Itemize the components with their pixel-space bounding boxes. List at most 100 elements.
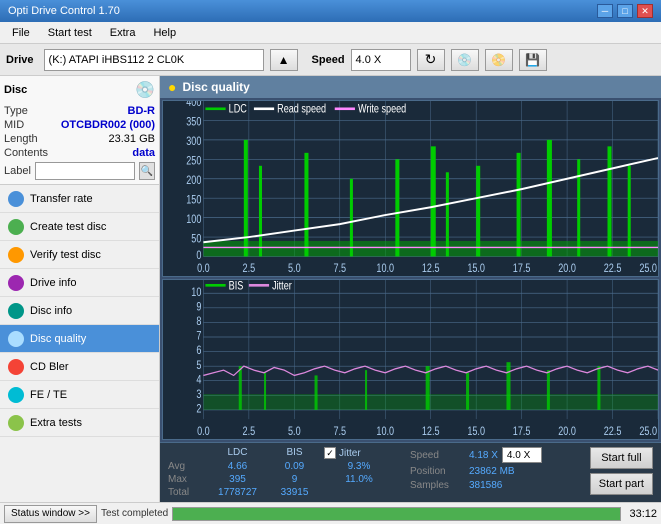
bis-chart: 10 9 8 7 6 5 4 3 2 20% 16% 12% 8% 4% [162, 279, 659, 440]
svg-text:12.5: 12.5 [422, 425, 440, 438]
svg-text:3: 3 [196, 388, 201, 401]
stat-header-jitter: Jitter [339, 448, 361, 459]
avg-bis: 0.09 [267, 461, 322, 472]
svg-text:12.5: 12.5 [422, 263, 440, 275]
sidebar-item-disc-quality[interactable]: Disc quality [0, 325, 159, 353]
stat-header-ldc: LDC [210, 447, 265, 459]
cd-bler-icon [8, 359, 24, 375]
svg-text:17.5: 17.5 [513, 425, 531, 438]
maximize-button[interactable]: □ [617, 4, 633, 18]
menu-bar: File Start test Extra Help [0, 22, 661, 44]
disc-image-icon: 💿 [135, 80, 155, 100]
speed-label-stat: Speed [410, 450, 465, 461]
total-ldc: 1778727 [210, 487, 265, 498]
svg-text:15.0: 15.0 [467, 425, 485, 438]
svg-text:10.0: 10.0 [376, 425, 394, 438]
drive-bar: Drive (K:) ATAPI iHBS112 2 CL0K ▲ Speed … [0, 44, 661, 76]
svg-text:10.0: 10.0 [376, 263, 394, 275]
svg-text:Read speed: Read speed [277, 104, 326, 116]
charts-area: 400 350 300 250 200 150 100 50 0 18X 16X… [160, 98, 661, 442]
refresh-button[interactable]: ↻ [417, 49, 445, 71]
transfer-rate-label: Transfer rate [30, 193, 93, 205]
status-bar: Status window >> Test completed 33:12 [0, 502, 661, 524]
extra-tests-icon [8, 415, 24, 431]
sidebar-item-create-test-disc[interactable]: Create test disc [0, 213, 159, 241]
menu-help[interactable]: Help [145, 25, 184, 41]
avg-ldc: 4.66 [210, 461, 265, 472]
sidebar-item-cd-bler[interactable]: CD Bler [0, 353, 159, 381]
svg-text:25.0 GB: 25.0 GB [639, 425, 658, 438]
length-value: 23.31 GB [109, 133, 155, 145]
svg-text:150: 150 [186, 194, 201, 206]
label-input[interactable] [35, 162, 135, 180]
sidebar-item-verify-test-disc[interactable]: Verify test disc [0, 241, 159, 269]
drive-info-label: Drive info [30, 277, 76, 289]
svg-text:10: 10 [191, 286, 201, 299]
menu-file[interactable]: File [4, 25, 38, 41]
disc-quality-icon [8, 331, 24, 347]
minimize-button[interactable]: ─ [597, 4, 613, 18]
sidebar-item-drive-info[interactable]: Drive info [0, 269, 159, 297]
start-part-button[interactable]: Start part [590, 473, 653, 495]
disc-panel: Disc 💿 Type BD-R MID OTCBDR002 (000) Len… [0, 76, 159, 185]
sidebar-item-disc-info[interactable]: Disc info [0, 297, 159, 325]
max-label: Max [168, 474, 208, 485]
svg-text:300: 300 [186, 136, 201, 148]
svg-text:200: 200 [186, 175, 201, 187]
speed-value-stat: 4.18 X [469, 450, 498, 461]
sidebar-item-extra-tests[interactable]: Extra tests [0, 409, 159, 437]
eject-button[interactable]: ▲ [270, 49, 298, 71]
svg-text:250: 250 [186, 156, 201, 168]
fe-te-label: FE / TE [30, 389, 67, 401]
avg-jitter: 9.3% [324, 461, 394, 472]
stats-table: LDC BIS ✓ Jitter Avg 4.66 0.09 9.3% Max … [168, 447, 394, 498]
save-button[interactable]: 💾 [519, 49, 547, 71]
mid-label: MID [4, 119, 24, 131]
svg-text:20.0: 20.0 [558, 425, 576, 438]
svg-text:400: 400 [186, 101, 201, 110]
label-search-button[interactable]: 🔍 [139, 162, 155, 180]
sidebar-item-transfer-rate[interactable]: Transfer rate [0, 185, 159, 213]
svg-text:50: 50 [191, 233, 201, 245]
menu-extra[interactable]: Extra [102, 25, 144, 41]
transfer-rate-icon [8, 191, 24, 207]
ldc-chart-svg: 400 350 300 250 200 150 100 50 0 18X 16X… [163, 101, 658, 276]
ldc-chart: 400 350 300 250 200 150 100 50 0 18X 16X… [162, 100, 659, 277]
svg-text:17.5: 17.5 [513, 263, 531, 275]
status-window-button[interactable]: Status window >> [4, 505, 97, 523]
disc-quality-label: Disc quality [30, 333, 86, 345]
svg-text:Write speed: Write speed [358, 104, 406, 116]
verify-test-disc-label: Verify test disc [30, 249, 101, 261]
disc-info-label: Disc info [30, 305, 72, 317]
speed-selector[interactable]: 4.0 X [351, 49, 411, 71]
speed-select-stat[interactable]: 4.0 X [502, 447, 542, 463]
jitter-checkbox[interactable]: ✓ [324, 447, 336, 459]
menu-start-test[interactable]: Start test [40, 25, 100, 41]
create-test-disc-label: Create test disc [30, 221, 106, 233]
svg-text:7.5: 7.5 [333, 263, 346, 275]
svg-text:9: 9 [196, 300, 201, 313]
start-full-button[interactable]: Start full [590, 447, 653, 469]
svg-text:2.5: 2.5 [243, 263, 256, 275]
drive-selector[interactable]: (K:) ATAPI iHBS112 2 CL0K [44, 49, 264, 71]
total-bis: 33915 [267, 487, 322, 498]
window-controls: ─ □ ✕ [597, 4, 653, 18]
samples-label-stat: Samples [410, 480, 465, 491]
type-value: BD-R [128, 105, 156, 117]
position-value-stat: 23862 MB [469, 466, 515, 477]
disc-icon-button[interactable]: 💿 [451, 49, 479, 71]
total-label: Total [168, 487, 208, 498]
status-text: Test completed [101, 508, 168, 519]
sidebar-item-fe-te[interactable]: FE / TE [0, 381, 159, 409]
extra-tests-label: Extra tests [30, 417, 82, 429]
svg-text:20.0: 20.0 [558, 263, 576, 275]
cd-button[interactable]: 📀 [485, 49, 513, 71]
position-label-stat: Position [410, 466, 465, 477]
svg-text:22.5: 22.5 [604, 425, 622, 438]
svg-text:LDC: LDC [229, 104, 248, 116]
disc-quality-icon-header: ● [168, 79, 176, 95]
svg-text:0.0: 0.0 [197, 425, 210, 438]
svg-text:7: 7 [196, 329, 201, 342]
close-button[interactable]: ✕ [637, 4, 653, 18]
svg-text:2.5: 2.5 [243, 425, 256, 438]
